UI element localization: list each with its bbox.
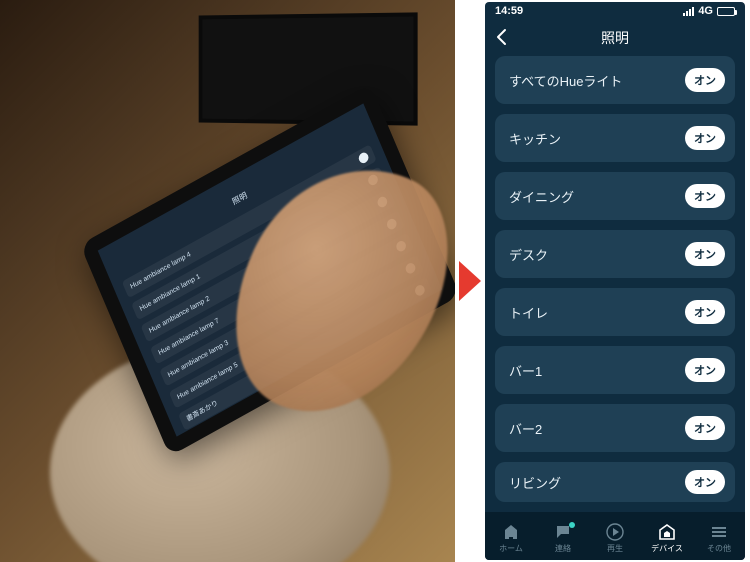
- tab-devices[interactable]: デバイス: [641, 523, 693, 554]
- chat-icon: [554, 523, 572, 541]
- tab-chat[interactable]: 連絡: [537, 523, 589, 554]
- home-icon: [502, 523, 520, 541]
- phone-frame: 14:59 4G 照明 すべてのHueライト オン キッチン オン: [485, 2, 745, 560]
- light-row[interactable]: バー2 オン: [495, 404, 735, 452]
- toggle-button[interactable]: オン: [685, 300, 725, 324]
- toggle-button[interactable]: オン: [685, 358, 725, 382]
- light-label: キッチン: [509, 129, 561, 148]
- light-row[interactable]: リビング オン: [495, 462, 735, 502]
- tab-label: ホーム: [499, 543, 523, 554]
- arrow-icon: [455, 261, 485, 301]
- play-icon: [606, 523, 624, 541]
- tab-label: デバイス: [651, 543, 683, 554]
- toggle-icon: [357, 151, 370, 165]
- tab-home[interactable]: ホーム: [485, 523, 537, 554]
- light-label: トイレ: [509, 303, 548, 322]
- context-photo: 照明 Hue ambiance lamp 4 Hue ambiance lamp…: [0, 0, 455, 562]
- tab-label: 連絡: [555, 543, 571, 554]
- toggle-button[interactable]: オン: [685, 470, 725, 494]
- light-row[interactable]: デスク オン: [495, 230, 735, 278]
- signal-icon: [683, 7, 694, 16]
- page-title: 照明: [601, 28, 629, 48]
- toggle-button[interactable]: オン: [685, 242, 725, 266]
- network-label: 4G: [698, 5, 713, 17]
- light-row-all[interactable]: すべてのHueライト オン: [495, 56, 735, 104]
- notification-dot-icon: [569, 522, 575, 528]
- toggle-button[interactable]: オン: [685, 68, 725, 92]
- back-button[interactable]: [495, 28, 507, 49]
- tab-bar: ホーム 連絡 再生 デバイス: [485, 512, 745, 560]
- light-label: デスク: [509, 245, 548, 264]
- toggle-button[interactable]: オン: [685, 416, 725, 440]
- tab-label: その他: [707, 543, 731, 554]
- nav-bar: 照明: [485, 20, 745, 56]
- light-row[interactable]: キッチン オン: [495, 114, 735, 162]
- status-bar: 14:59 4G: [485, 2, 745, 20]
- light-row[interactable]: ダイニング オン: [495, 172, 735, 220]
- light-label: すべてのHueライト: [509, 71, 622, 90]
- light-label: リビング: [509, 473, 561, 492]
- light-row[interactable]: バー1 オン: [495, 346, 735, 394]
- battery-icon: [717, 7, 735, 16]
- menu-icon: [710, 523, 728, 541]
- tab-play[interactable]: 再生: [589, 523, 641, 554]
- tab-more[interactable]: その他: [693, 523, 745, 554]
- toggle-button[interactable]: オン: [685, 184, 725, 208]
- status-time: 14:59: [495, 5, 523, 17]
- light-row[interactable]: トイレ オン: [495, 288, 735, 336]
- device-icon: [658, 523, 676, 541]
- light-label: バー2: [509, 419, 542, 438]
- app-screen: 14:59 4G 照明 すべてのHueライト オン キッチン オン: [485, 2, 745, 560]
- tab-label: 再生: [607, 543, 623, 554]
- lights-list[interactable]: すべてのHueライト オン キッチン オン ダイニング オン デスク オン トイ…: [485, 56, 745, 512]
- toggle-button[interactable]: オン: [685, 126, 725, 150]
- light-label: ダイニング: [509, 187, 574, 206]
- light-label: バー1: [509, 361, 542, 380]
- tv: [199, 12, 418, 125]
